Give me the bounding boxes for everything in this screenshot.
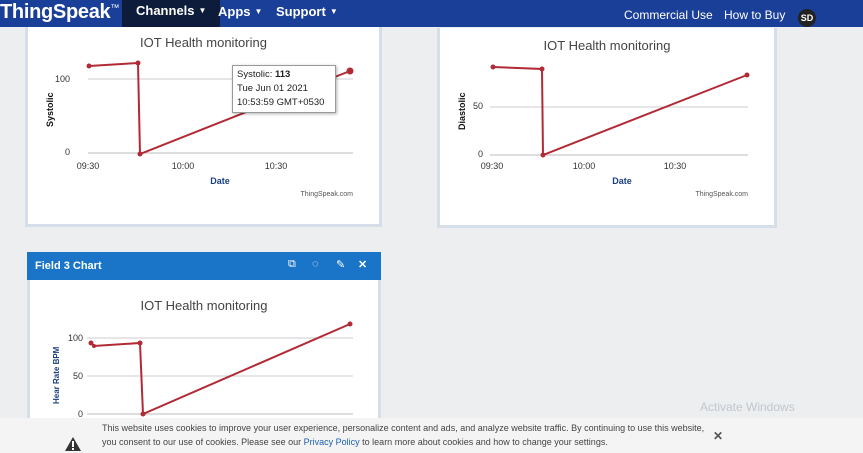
data-point xyxy=(140,411,146,417)
chart-credit: ThingSpeak.com xyxy=(300,191,353,198)
close-icon[interactable]: ✕ xyxy=(358,258,367,271)
diastolic-chart-panel: IOT Health monitoring 50 0 Diastolic 09:… xyxy=(437,28,777,228)
x-tick-label: 09:30 xyxy=(77,161,100,171)
field3-panel-header: Field 3 Chart ⧉ ◌ ✎ ✕ xyxy=(27,252,381,280)
data-point xyxy=(539,66,545,72)
panel-title: Field 3 Chart xyxy=(35,260,102,272)
x-tick-label: 10:30 xyxy=(265,161,288,171)
comment-icon[interactable]: ◌ xyxy=(312,258,319,270)
chart-credit: ThingSpeak.com xyxy=(695,191,748,198)
data-point xyxy=(135,60,141,66)
data-point xyxy=(490,64,496,70)
systolic-chart-panel: IOT Health monitoring 100 0 Systolic 09:… xyxy=(25,27,382,227)
y-axis-label: Systolic xyxy=(45,92,55,127)
y-tick-label: 100 xyxy=(55,74,70,84)
nav-commercial-use[interactable]: Commercial Use xyxy=(624,8,713,22)
systolic-chart: 100 0 Systolic 09:30 10:00 10:30 Date Th… xyxy=(45,60,354,198)
external-link-icon[interactable]: ⧉ xyxy=(288,258,296,271)
data-point xyxy=(137,340,143,346)
y-tick-label: 0 xyxy=(78,409,83,418)
data-point xyxy=(137,151,143,157)
avatar[interactable]: SD xyxy=(798,9,816,27)
data-point xyxy=(347,321,353,327)
y-axis-label: Hear Rate BPM xyxy=(52,346,61,404)
cookie-close-button[interactable]: ✕ xyxy=(713,429,723,443)
x-tick-label: 10:00 xyxy=(573,161,596,171)
data-point xyxy=(540,152,546,158)
x-axis-label: Date xyxy=(210,176,230,186)
data-point xyxy=(346,67,354,75)
x-tick-label: 09:30 xyxy=(481,161,504,171)
y-tick-label: 50 xyxy=(73,371,83,381)
y-tick-label: 100 xyxy=(68,333,83,343)
nav-how-to-buy[interactable]: How to Buy xyxy=(724,8,785,22)
nav-channels[interactable]: Channels ▼ xyxy=(122,0,221,27)
warning-icon xyxy=(65,437,81,451)
nav-apps[interactable]: Apps ▼ xyxy=(218,4,262,19)
heart-rate-chart: 100 50 0 Hear Rate BPM xyxy=(52,321,353,418)
brand-logo[interactable]: ThingSpeak™ xyxy=(0,1,119,24)
y-tick-label: 50 xyxy=(473,101,483,111)
chevron-down-icon: ▼ xyxy=(198,6,207,15)
privacy-policy-link[interactable]: Privacy Policy xyxy=(304,437,360,447)
cookie-message: This website uses cookies to improve you… xyxy=(102,423,705,447)
data-tooltip: Systolic: 113 Tue Jun 01 2021 10:53:59 G… xyxy=(232,65,336,113)
y-tick-label: 0 xyxy=(478,149,483,159)
data-point xyxy=(744,72,750,78)
activate-windows-watermark: Activate Windows xyxy=(700,400,795,414)
chevron-down-icon: ▼ xyxy=(329,7,338,16)
chevron-down-icon: ▼ xyxy=(254,7,263,16)
heart-rate-chart-panel: IOT Health monitoring 100 50 0 Hear Rate… xyxy=(27,280,381,418)
diastolic-chart: 50 0 Diastolic 09:30 10:00 10:30 Date Th… xyxy=(457,64,750,198)
cookie-banner: This website uses cookies to improve you… xyxy=(0,418,863,453)
x-tick-label: 10:30 xyxy=(664,161,687,171)
pencil-icon[interactable]: ✎ xyxy=(336,258,345,271)
nav-support[interactable]: Support ▼ xyxy=(276,4,338,19)
x-tick-label: 10:00 xyxy=(172,161,195,171)
diastolic-series-line xyxy=(492,66,748,157)
y-tick-label: 0 xyxy=(65,147,70,157)
data-point xyxy=(92,344,96,348)
y-axis-label: Diastolic xyxy=(457,92,467,130)
top-nav: ThingSpeak™ Channels ▼ Apps ▼ Support ▼ Com… xyxy=(0,0,863,27)
x-axis-label: Date xyxy=(612,176,632,186)
data-point xyxy=(86,63,92,69)
